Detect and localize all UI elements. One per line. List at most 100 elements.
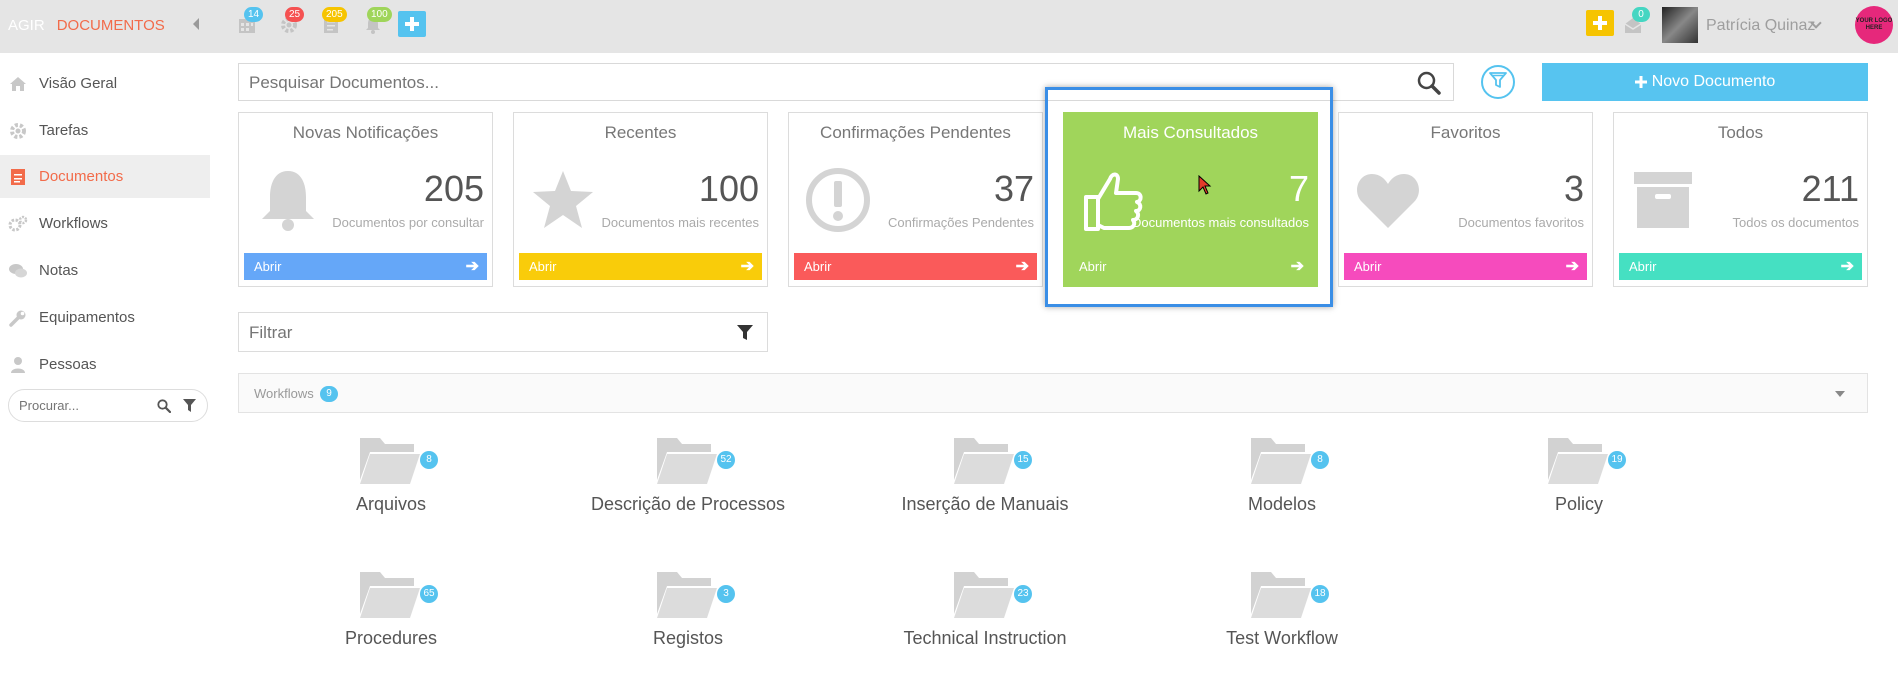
card-title: Recentes xyxy=(604,123,677,142)
folder-technical-instruction[interactable]: 23 Technical Instruction xyxy=(875,566,1095,676)
star-icon xyxy=(528,165,598,235)
folder-count-badge: 52 xyxy=(717,451,735,469)
folder-name: Descrição de Processos xyxy=(590,494,786,514)
filter-input[interactable] xyxy=(249,323,709,343)
card-subtitle: Todos os documentos xyxy=(1732,215,1859,230)
heart-icon xyxy=(1353,165,1423,235)
sidebar-item-pessoas[interactable]: Pessoas xyxy=(0,343,210,386)
filter-icon[interactable] xyxy=(737,325,753,346)
user-icon xyxy=(8,355,28,375)
sidebar-item-documentos[interactable]: Documentos xyxy=(0,155,210,198)
card-count: 37 xyxy=(993,168,1034,209)
search-icon[interactable] xyxy=(1417,71,1441,100)
notifications-badge: 100 xyxy=(367,7,392,22)
sidebar-item-notas[interactable]: Notas xyxy=(0,249,210,292)
sidebar-item-label: Workflows xyxy=(39,215,108,232)
folder-count-badge: 3 xyxy=(717,585,735,603)
card-count: 205 xyxy=(423,168,484,209)
card-todos: Todos 211 Todos os documentos Abrir ➔ xyxy=(1613,112,1868,287)
card-open-label: Abrir xyxy=(1354,259,1382,274)
folder-count-badge: 65 xyxy=(420,585,438,603)
new-document-button[interactable]: Novo Documento xyxy=(1542,63,1868,101)
folder-count-badge: 23 xyxy=(1014,585,1032,603)
bell-icon xyxy=(253,165,323,235)
folder-name: Test Workflow xyxy=(1226,628,1338,648)
card-subtitle: Documentos favoritos xyxy=(1458,215,1584,230)
sidebar-search-input[interactable] xyxy=(19,398,139,413)
sidebar-item-workflows[interactable]: Workflows xyxy=(0,202,210,245)
card-open-button[interactable]: Abrir ➔ xyxy=(1344,253,1587,280)
folder-insercao-de-manuais[interactable]: 15 Inserção de Manuais xyxy=(875,432,1095,542)
filter-toggle-button[interactable] xyxy=(1481,65,1515,99)
collapse-sidebar-icon[interactable] xyxy=(193,18,199,30)
brand-module: DOCUMENTOS xyxy=(56,17,165,34)
quick-add-button[interactable] xyxy=(398,11,426,37)
card-mais-consultados: Mais Consultados 7 Documentos mais consu… xyxy=(1063,112,1318,287)
card-open-label: Abrir xyxy=(1629,259,1657,274)
filter-icon[interactable] xyxy=(183,399,196,416)
card-recentes: Recentes 100 Documentos mais recentes Ab… xyxy=(513,112,768,287)
filter-icon xyxy=(1489,71,1507,94)
folder-icon xyxy=(952,566,1016,620)
calendar-badge: 14 xyxy=(244,7,264,22)
folder-procedures[interactable]: 65 Procedures xyxy=(281,566,501,676)
card-open-button[interactable]: Abrir ➔ xyxy=(1619,253,1862,280)
gear-icon xyxy=(8,121,28,141)
sidebar-item-tarefas[interactable]: Tarefas xyxy=(0,109,210,152)
sidebar-item-visao-geral[interactable]: Visão Geral xyxy=(0,62,210,105)
card-subtitle: Confirmações Pendentes xyxy=(888,215,1034,230)
card-open-button[interactable]: Abrir ➔ xyxy=(519,253,762,280)
folder-count-badge: 8 xyxy=(420,451,438,469)
folder-registos[interactable]: 3 Registos xyxy=(578,566,798,676)
company-logo: YOUR LOGO HERE xyxy=(1855,6,1893,44)
arrow-right-icon: ➔ xyxy=(1015,258,1029,275)
card-open-button[interactable]: Abrir ➔ xyxy=(794,253,1037,280)
folder-icon xyxy=(358,432,422,486)
card-open-label: Abrir xyxy=(529,259,557,274)
arrow-right-icon: ➔ xyxy=(465,258,479,275)
card-subtitle: Documentos mais recentes xyxy=(601,215,759,230)
card-title: Favoritos xyxy=(1430,123,1501,142)
folder-modelos[interactable]: 8 Modelos xyxy=(1172,432,1392,542)
card-title: Novas Notificações xyxy=(292,123,439,142)
user-name[interactable]: Patrícia Quinaz xyxy=(1706,17,1815,35)
card-novas-notificacoes: Novas Notificações 205 Documentos por co… xyxy=(238,112,493,287)
folder-count-badge: 15 xyxy=(1014,451,1032,469)
card-open-button[interactable]: Abrir ➔ xyxy=(244,253,487,280)
settings-badge: 25 xyxy=(285,7,305,22)
brand[interactable]: AGIR DOCUMENTOS xyxy=(8,17,165,34)
folder-count-badge: 18 xyxy=(1311,585,1329,603)
folder-descricao-de-processos[interactable]: 52 Descrição de Processos xyxy=(578,432,798,542)
folder-policy[interactable]: 19 Policy xyxy=(1469,432,1689,542)
documents-badge: 205 xyxy=(322,7,347,22)
comments-icon xyxy=(8,261,28,281)
card-title: Confirmações Pendentes xyxy=(820,123,1011,142)
folder-name: Arquivos xyxy=(355,494,427,514)
folder-icon xyxy=(952,432,1016,486)
folder-test-workflow[interactable]: 18 Test Workflow xyxy=(1172,566,1392,676)
folder-icon xyxy=(1546,432,1610,486)
top-bar: AGIR DOCUMENTOS 14 25 205 100 0 Patrícia … xyxy=(0,0,1898,53)
add-button[interactable] xyxy=(1586,10,1614,36)
filter-box xyxy=(238,312,768,352)
folder-name: Technical Instruction xyxy=(903,628,1067,648)
card-favoritos: Favoritos 3 Documentos favoritos Abrir ➔ xyxy=(1338,112,1593,287)
sidebar-item-equipamentos[interactable]: Equipamentos xyxy=(0,296,210,339)
document-icon xyxy=(8,167,28,187)
card-count: 7 xyxy=(1288,168,1309,209)
card-open-label: Abrir xyxy=(804,259,832,274)
card-open-button[interactable]: Abrir ➔ xyxy=(1069,253,1312,280)
folder-name: Modelos xyxy=(1247,494,1317,514)
folder-arquivos[interactable]: 8 Arquivos xyxy=(281,432,501,542)
wrench-icon xyxy=(8,308,28,328)
new-document-label: Novo Documento xyxy=(1651,73,1776,90)
avatar[interactable] xyxy=(1662,7,1698,43)
card-count: 3 xyxy=(1563,168,1584,209)
inbox-badge: 0 xyxy=(1632,7,1650,22)
workflows-section-header[interactable]: Workflows 9 xyxy=(238,373,1868,413)
folder-icon xyxy=(1249,432,1313,486)
search-icon[interactable] xyxy=(157,399,172,416)
exclamation-circle-icon xyxy=(803,165,873,235)
plus-icon xyxy=(1634,76,1647,88)
caret-down-icon[interactable] xyxy=(1835,391,1845,397)
